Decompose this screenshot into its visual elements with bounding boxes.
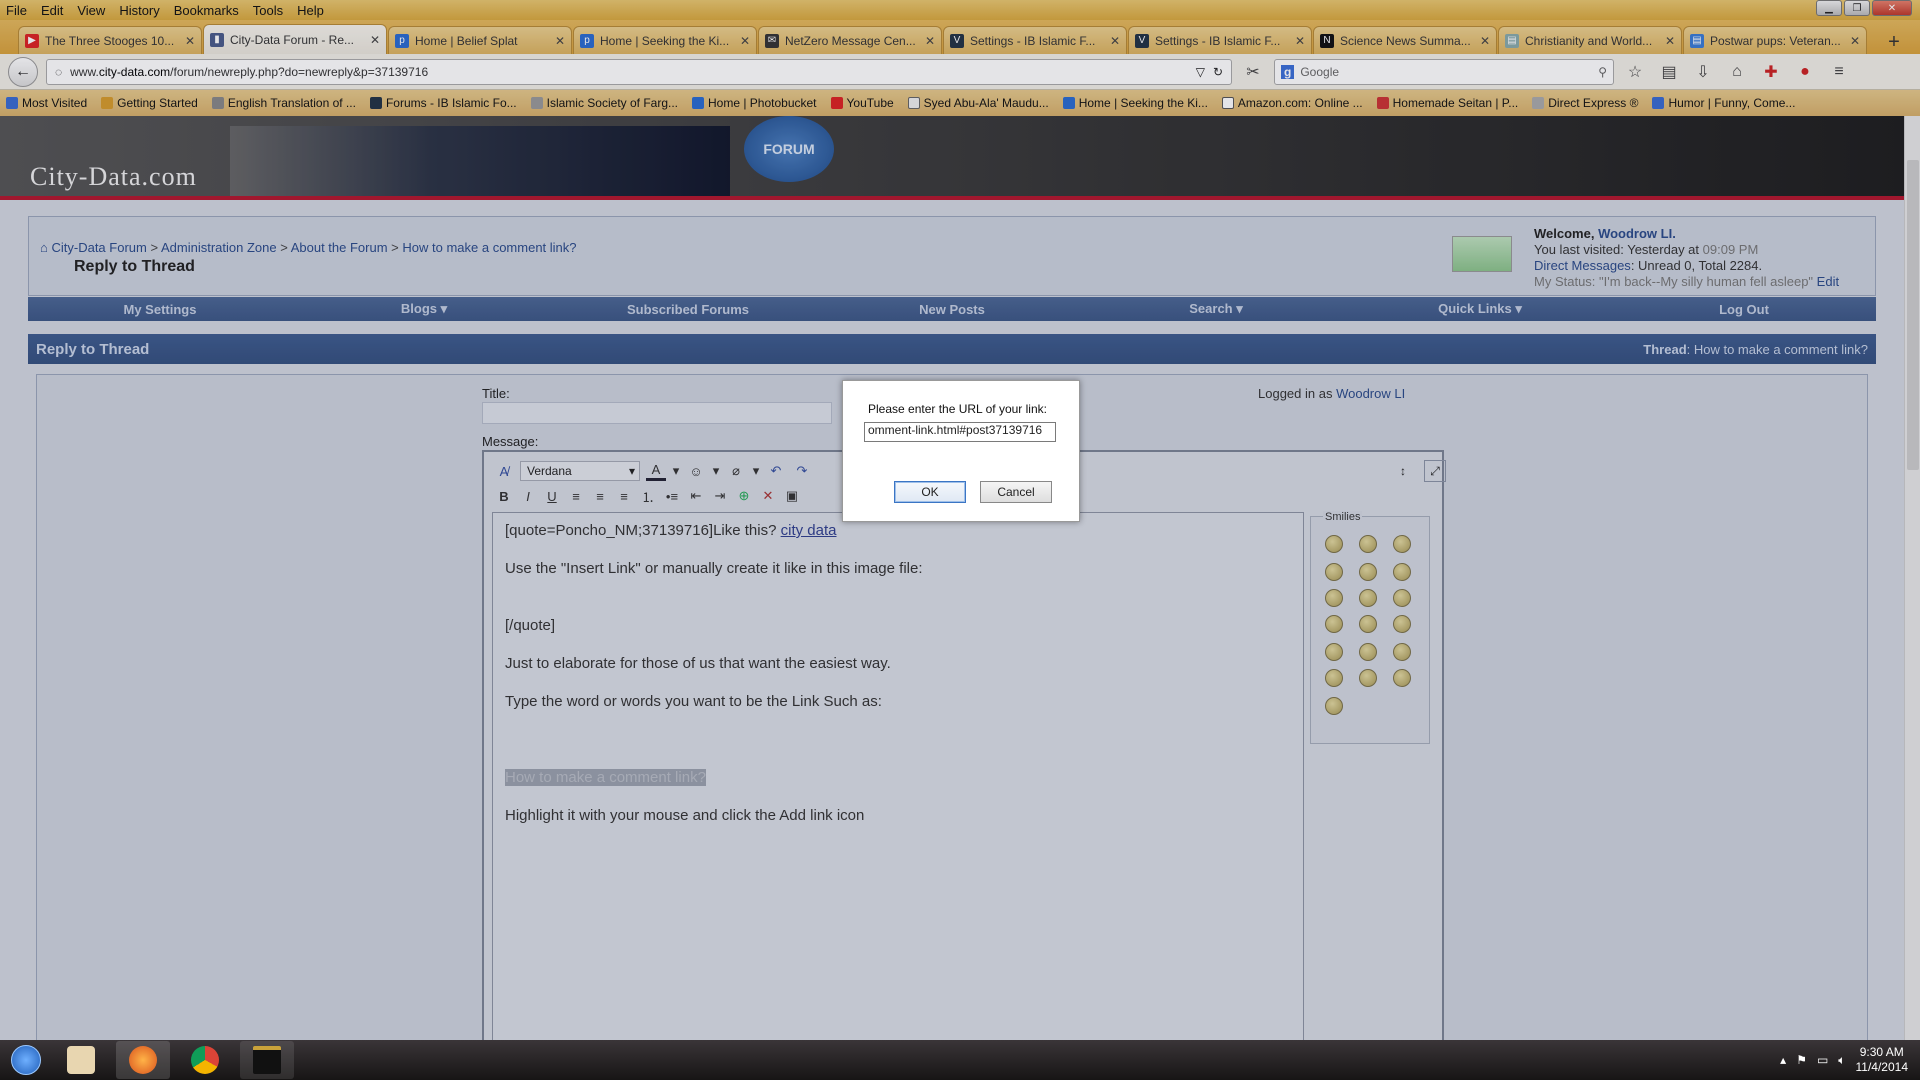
- clock[interactable]: 9:30 AM 11/4/2014: [1856, 1045, 1909, 1075]
- ok-button[interactable]: OK: [894, 481, 966, 503]
- taskbar-app-firefox[interactable]: [116, 1041, 170, 1079]
- taskbar-app-camel[interactable]: [54, 1041, 108, 1079]
- network-icon[interactable]: ▭: [1817, 1053, 1828, 1067]
- start-button[interactable]: [6, 1040, 46, 1080]
- camel-icon: [67, 1046, 95, 1074]
- cancel-button[interactable]: Cancel: [980, 481, 1052, 503]
- dialog-message: Please enter the URL of your link:: [868, 402, 1047, 416]
- firefox-icon: [129, 1046, 157, 1074]
- kaaba-icon: [253, 1046, 281, 1074]
- url-input[interactable]: omment-link.html#post37139716: [864, 422, 1056, 442]
- system-tray: ▴ ⚑ ▭ 🔈︎ 9:30 AM 11/4/2014: [1780, 1045, 1920, 1075]
- action-center-flag-icon[interactable]: ⚑: [1796, 1053, 1807, 1067]
- volume-icon[interactable]: 🔈︎: [1838, 1053, 1845, 1068]
- chrome-icon: [191, 1046, 219, 1074]
- windows-taskbar: ▴ ⚑ ▭ 🔈︎ 9:30 AM 11/4/2014: [0, 1040, 1920, 1080]
- tray-expand-icon[interactable]: ▴: [1780, 1053, 1786, 1067]
- taskbar-app-chrome[interactable]: [178, 1041, 232, 1079]
- taskbar-app-kaaba[interactable]: [240, 1041, 294, 1079]
- windows-logo-icon: [11, 1045, 41, 1075]
